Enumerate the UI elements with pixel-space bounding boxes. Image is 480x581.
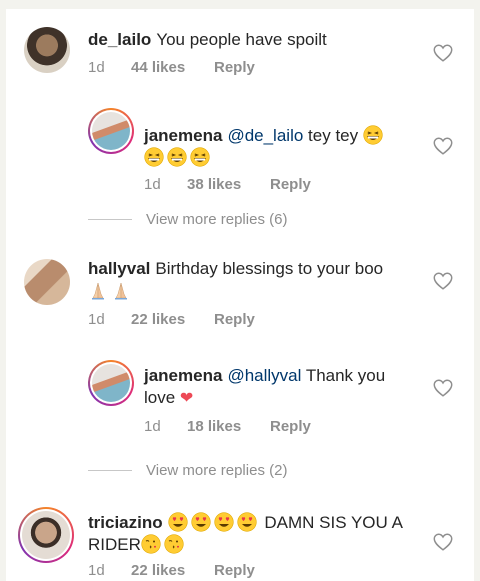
comment-username[interactable]: triciazino [88, 513, 163, 532]
comment-time: 1d [88, 311, 105, 328]
comment-meta: 1d 22 likes Reply [88, 562, 255, 579]
folded-hands-emoji [88, 280, 108, 300]
likes-count[interactable]: 38 likes [187, 176, 270, 193]
comment-meta: 1d 44 likes Reply [88, 59, 255, 76]
heart-outline-icon[interactable] [432, 42, 454, 64]
comment-item: hallyval Birthday blessings to your boo 1… [6, 249, 474, 339]
reply-button[interactable]: Reply [214, 59, 255, 76]
heart-outline-icon[interactable] [432, 135, 454, 157]
comment-body: tey tey [308, 126, 359, 145]
comment-time: 1d [144, 176, 161, 193]
likes-count[interactable]: 44 likes [131, 59, 214, 76]
grinning-squinting-face-emoji [190, 147, 210, 167]
comment-meta: 1d 18 likes Reply [144, 418, 311, 435]
mention-link[interactable]: @hallyval [227, 366, 301, 385]
comment-meta: 1d 38 likes Reply [144, 176, 311, 193]
reply-button[interactable]: Reply [214, 562, 255, 579]
comment-item: triciazino DAMN SIS YOU A RIDER 1d 22 li… [6, 502, 474, 581]
view-more-label[interactable]: View more replies (6) [146, 211, 287, 228]
avatar[interactable] [24, 27, 70, 73]
smiling-face-with-heart-eyes-emoji [214, 512, 234, 532]
comment-body: Birthday blessings to your boo [155, 259, 384, 278]
comment-text: hallyval Birthday blessings to your boo [88, 258, 408, 302]
face-blowing-kiss-emoji [164, 534, 184, 554]
heart-outline-icon[interactable] [432, 270, 454, 292]
grinning-squinting-face-emoji [363, 125, 383, 145]
comment-time: 1d [88, 562, 105, 579]
likes-count[interactable]: 22 likes [131, 311, 214, 328]
avatar[interactable] [88, 108, 134, 154]
comment-username[interactable]: janemena [144, 126, 222, 145]
comment-body-cont: RIDER [88, 535, 141, 554]
reply-button[interactable]: Reply [270, 418, 311, 435]
reply-button[interactable]: Reply [270, 176, 311, 193]
avatar[interactable] [24, 259, 70, 305]
smiling-face-with-heart-eyes-emoji [237, 512, 257, 532]
reply-item: janemena @de_lailo tey tey 1d 38 likes Re… [6, 107, 474, 197]
view-more-label[interactable]: View more replies (2) [146, 462, 287, 479]
comment-body: Thank you [305, 366, 386, 385]
likes-count[interactable]: 18 likes [187, 418, 270, 435]
comment-time: 1d [144, 418, 161, 435]
smiling-face-with-heart-eyes-emoji [191, 512, 211, 532]
comment-text: triciazino DAMN SIS YOU A RIDER [88, 512, 418, 556]
reply-item: janemena @hallyval Thank you love ❤ 1d 18… [6, 359, 474, 449]
folded-hands-emoji [111, 280, 131, 300]
comment-username[interactable]: hallyval [88, 259, 150, 278]
comment-text: janemena @de_lailo tey tey [144, 125, 404, 169]
comment-username[interactable]: janemena [144, 366, 222, 385]
comment-item: de_lailo You people have spoilt 1d 44 lik… [6, 9, 474, 89]
view-more-replies[interactable]: View more replies (2) [88, 462, 287, 479]
avatar[interactable] [88, 360, 134, 406]
face-blowing-kiss-emoji [141, 534, 161, 554]
grinning-squinting-face-emoji [144, 147, 164, 167]
comments-panel: de_lailo You people have spoilt 1d 44 lik… [6, 9, 474, 581]
mention-link[interactable]: @de_lailo [227, 126, 303, 145]
avatar[interactable] [18, 507, 74, 563]
grinning-squinting-face-emoji [167, 147, 187, 167]
heart-outline-icon[interactable] [432, 531, 454, 553]
comment-body: You people have spoilt [156, 30, 327, 49]
comment-username[interactable]: de_lailo [88, 30, 151, 49]
divider [88, 470, 132, 471]
comment-time: 1d [88, 59, 105, 76]
reply-button[interactable]: Reply [214, 311, 255, 328]
comment-text: janemena @hallyval Thank you love ❤ [144, 365, 404, 410]
comment-body-cont: love [144, 388, 176, 407]
heart-outline-icon[interactable] [432, 377, 454, 399]
comment-meta: 1d 22 likes Reply [88, 311, 255, 328]
view-more-replies[interactable]: View more replies (6) [88, 211, 287, 228]
likes-count[interactable]: 22 likes [131, 562, 214, 579]
comment-text: de_lailo You people have spoilt [88, 29, 408, 51]
red-heart-emoji: ❤ [179, 390, 194, 407]
comment-body: DAMN SIS YOU A [264, 513, 403, 532]
divider [88, 219, 132, 220]
smiling-face-with-heart-eyes-emoji [168, 512, 188, 532]
